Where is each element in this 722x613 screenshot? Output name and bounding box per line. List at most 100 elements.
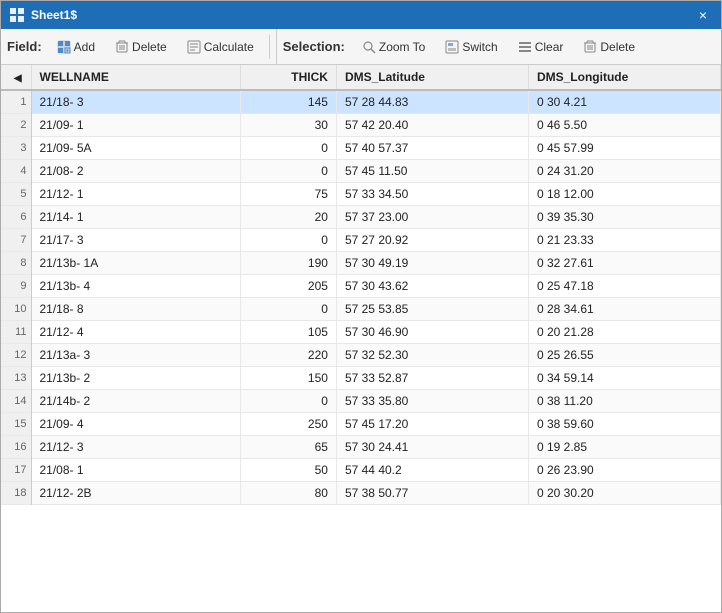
table-row[interactable]: 921/13b- 420557 30 43.620 25 47.18 (1, 275, 721, 298)
add-button[interactable]: Add (48, 33, 104, 61)
col-header-thick[interactable]: THICK (240, 65, 336, 90)
switch-label: Switch (462, 40, 497, 54)
table-row[interactable]: 1321/13b- 215057 33 52.870 34 59.14 (1, 367, 721, 390)
sort-arrow: ◀ (14, 73, 22, 84)
cell-dms-lon: 0 19 2.85 (528, 436, 720, 459)
cell-dms-lat: 57 30 43.62 (336, 275, 528, 298)
cell-dms-lon: 0 25 47.18 (528, 275, 720, 298)
delete-label-2: Delete (600, 40, 635, 54)
table-row[interactable]: 1521/09- 425057 45 17.200 38 59.60 (1, 413, 721, 436)
cell-dms-lat: 57 27 20.92 (336, 229, 528, 252)
delete-button-1[interactable]: Delete (106, 33, 176, 61)
cell-dms-lat: 57 30 49.19 (336, 252, 528, 275)
cell-thick: 0 (240, 298, 336, 321)
cell-dms-lat: 57 38 50.77 (336, 482, 528, 505)
cell-wellname: 21/09- 1 (31, 114, 240, 137)
cell-dms-lat: 57 30 46.90 (336, 321, 528, 344)
row-number: 17 (1, 459, 31, 482)
add-icon (57, 40, 71, 54)
zoom-icon (362, 40, 376, 54)
cell-dms-lat: 57 45 17.20 (336, 413, 528, 436)
cell-dms-lon: 0 45 57.99 (528, 137, 720, 160)
row-number: 13 (1, 367, 31, 390)
close-button[interactable]: × (693, 5, 713, 25)
cell-dms-lat: 57 28 44.83 (336, 90, 528, 114)
table-row[interactable]: 821/13b- 1A19057 30 49.190 32 27.61 (1, 252, 721, 275)
table-row[interactable]: 721/17- 3057 27 20.920 21 23.33 (1, 229, 721, 252)
window-icon (9, 7, 25, 23)
row-number: 10 (1, 298, 31, 321)
cell-thick: 150 (240, 367, 336, 390)
table-row[interactable]: 221/09- 13057 42 20.400 46 5.50 (1, 114, 721, 137)
clear-icon (518, 40, 532, 54)
data-table: ◀ WELLNAME THICK DMS_Latitude DMS_Longit… (1, 65, 721, 505)
cell-wellname: 21/12- 3 (31, 436, 240, 459)
table-row[interactable]: 121/18- 314557 28 44.830 30 4.21 (1, 90, 721, 114)
table-row[interactable]: 1621/12- 36557 30 24.410 19 2.85 (1, 436, 721, 459)
cell-dms-lon: 0 26 23.90 (528, 459, 720, 482)
cell-wellname: 21/12- 1 (31, 183, 240, 206)
cell-thick: 75 (240, 183, 336, 206)
cell-wellname: 21/12- 2B (31, 482, 240, 505)
delete-icon-2 (583, 40, 597, 54)
delete-button-2[interactable]: Delete (574, 33, 644, 61)
main-window: Sheet1$ × Field: Add (0, 0, 722, 613)
cell-dms-lon: 0 24 31.20 (528, 160, 720, 183)
cell-dms-lon: 0 46 5.50 (528, 114, 720, 137)
table-row[interactable]: 1121/12- 410557 30 46.900 20 21.28 (1, 321, 721, 344)
cell-dms-lon: 0 38 59.60 (528, 413, 720, 436)
cell-dms-lon: 0 38 11.20 (528, 390, 720, 413)
table-row[interactable]: 421/08- 2057 45 11.500 24 31.20 (1, 160, 721, 183)
clear-button[interactable]: Clear (509, 33, 573, 61)
table-row[interactable]: 1021/18- 8057 25 53.850 28 34.61 (1, 298, 721, 321)
selection-label: Selection: (276, 29, 351, 64)
col-header-dms-lat[interactable]: DMS_Latitude (336, 65, 528, 90)
table-container[interactable]: ◀ WELLNAME THICK DMS_Latitude DMS_Longit… (1, 65, 721, 612)
cell-dms-lon: 0 21 23.33 (528, 229, 720, 252)
cell-dms-lat: 57 45 11.50 (336, 160, 528, 183)
cell-dms-lat: 57 40 57.37 (336, 137, 528, 160)
toolbar-separator-1 (269, 35, 270, 59)
table-row[interactable]: 1421/14b- 2057 33 35.800 38 11.20 (1, 390, 721, 413)
zoom-to-button[interactable]: Zoom To (353, 33, 434, 61)
calculate-button[interactable]: Calculate (178, 33, 263, 61)
cell-thick: 205 (240, 275, 336, 298)
cell-thick: 220 (240, 344, 336, 367)
window-title: Sheet1$ (31, 8, 687, 22)
switch-icon (445, 40, 459, 54)
add-label: Add (74, 40, 95, 54)
cell-dms-lat: 57 32 52.30 (336, 344, 528, 367)
table-row[interactable]: 1721/08- 15057 44 40.20 26 23.90 (1, 459, 721, 482)
cell-thick: 65 (240, 436, 336, 459)
cell-wellname: 21/14b- 2 (31, 390, 240, 413)
title-bar: Sheet1$ × (1, 1, 721, 29)
table-row[interactable]: 321/09- 5A057 40 57.370 45 57.99 (1, 137, 721, 160)
cell-thick: 145 (240, 90, 336, 114)
cell-thick: 0 (240, 160, 336, 183)
cell-wellname: 21/09- 5A (31, 137, 240, 160)
delete-label-1: Delete (132, 40, 167, 54)
cell-dms-lon: 0 30 4.21 (528, 90, 720, 114)
col-header-wellname[interactable]: WELLNAME (31, 65, 240, 90)
table-row[interactable]: 521/12- 17557 33 34.500 18 12.00 (1, 183, 721, 206)
table-body: 121/18- 314557 28 44.830 30 4.21221/09- … (1, 90, 721, 505)
calculate-icon (187, 40, 201, 54)
table-row[interactable]: 621/14- 12057 37 23.000 39 35.30 (1, 206, 721, 229)
cell-thick: 50 (240, 459, 336, 482)
col-header-rownum: ◀ (1, 65, 31, 90)
cell-dms-lat: 57 44 40.2 (336, 459, 528, 482)
table-row[interactable]: 1221/13a- 322057 32 52.300 25 26.55 (1, 344, 721, 367)
col-header-dms-lon[interactable]: DMS_Longitude (528, 65, 720, 90)
cell-wellname: 21/13b- 4 (31, 275, 240, 298)
cell-dms-lon: 0 32 27.61 (528, 252, 720, 275)
row-number: 12 (1, 344, 31, 367)
row-number: 9 (1, 275, 31, 298)
row-number: 7 (1, 229, 31, 252)
cell-dms-lon: 0 20 30.20 (528, 482, 720, 505)
table-row[interactable]: 1821/12- 2B8057 38 50.770 20 30.20 (1, 482, 721, 505)
cell-dms-lat: 57 33 52.87 (336, 367, 528, 390)
cell-wellname: 21/12- 4 (31, 321, 240, 344)
cell-wellname: 21/08- 1 (31, 459, 240, 482)
cell-dms-lat: 57 42 20.40 (336, 114, 528, 137)
switch-button[interactable]: Switch (436, 33, 506, 61)
